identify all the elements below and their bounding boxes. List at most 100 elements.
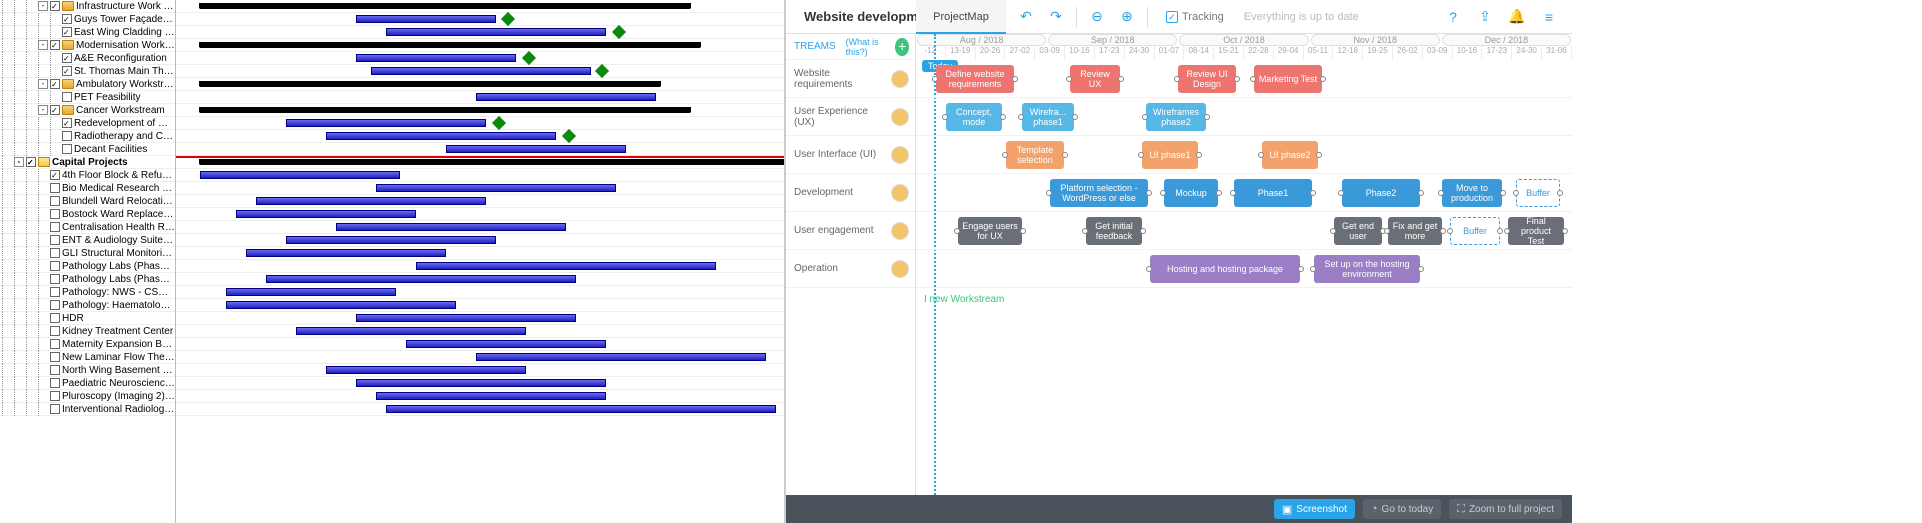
- task-card[interactable]: Engage users for UX: [958, 217, 1022, 245]
- tree-checkbox[interactable]: [62, 14, 72, 24]
- tree-row[interactable]: Pathology Labs (Phase 1A): [0, 260, 175, 273]
- tree-row[interactable]: -Capital Projects: [0, 156, 175, 169]
- avatar[interactable]: [891, 70, 909, 88]
- tree-row[interactable]: -Ambulatory Workstream: [0, 78, 175, 91]
- task-tree[interactable]: -Infrastructure Work TeamGuys Tower Faça…: [0, 0, 176, 523]
- avatar[interactable]: [891, 184, 909, 202]
- tree-checkbox[interactable]: [50, 300, 60, 310]
- tree-checkbox[interactable]: [62, 118, 72, 128]
- tree-row[interactable]: Paediatric Neurosciences Feasibil: [0, 377, 175, 390]
- bell-icon[interactable]: 🔔: [1508, 8, 1526, 26]
- task-bar[interactable]: [371, 67, 591, 75]
- share-icon[interactable]: ⇪: [1476, 8, 1494, 26]
- connector-dot[interactable]: [932, 76, 938, 82]
- task-card[interactable]: Wirefra... phase1: [1022, 103, 1074, 131]
- tree-row[interactable]: Redevelopment of Guys Site: [0, 117, 175, 130]
- tree-row[interactable]: ENT & Audiology Suite Phase II: [0, 234, 175, 247]
- connector-dot[interactable]: [1146, 190, 1152, 196]
- tree-checkbox[interactable]: [50, 287, 60, 297]
- tree-row[interactable]: Bio Medical Research Center & CR: [0, 182, 175, 195]
- connector-dot[interactable]: [1216, 190, 1222, 196]
- task-card[interactable]: Get initial feedback: [1086, 217, 1142, 245]
- task-card[interactable]: Wireframes phase2: [1146, 103, 1206, 131]
- task-card[interactable]: Review UX: [1070, 65, 1120, 93]
- tree-row[interactable]: Radiotherapy and Chemothe: [0, 130, 175, 143]
- tree-row[interactable]: North Wing Basement Entance - F: [0, 364, 175, 377]
- tree-checkbox[interactable]: [62, 27, 72, 37]
- connector-dot[interactable]: [1140, 228, 1146, 234]
- task-bar[interactable]: [326, 132, 556, 140]
- tree-checkbox[interactable]: [62, 66, 72, 76]
- tree-checkbox[interactable]: [62, 92, 72, 102]
- connector-dot[interactable]: [942, 114, 948, 120]
- connector-dot[interactable]: [1418, 190, 1424, 196]
- task-card[interactable]: Final product Test: [1508, 217, 1564, 245]
- tree-checkbox[interactable]: [50, 378, 60, 388]
- connector-dot[interactable]: [1310, 190, 1316, 196]
- task-bar[interactable]: [356, 15, 496, 23]
- tree-checkbox[interactable]: [50, 40, 60, 50]
- connector-dot[interactable]: [1384, 228, 1390, 234]
- tree-row[interactable]: HDR: [0, 312, 175, 325]
- task-card[interactable]: Set up on the hosting environment: [1314, 255, 1420, 283]
- task-card[interactable]: UI phase2: [1262, 141, 1318, 169]
- new-workstream-link[interactable]: I new Workstream: [924, 294, 1004, 305]
- tree-row[interactable]: -Cancer Workstream: [0, 104, 175, 117]
- connector-dot[interactable]: [1018, 114, 1024, 120]
- milestone-diamond[interactable]: [522, 51, 536, 65]
- goto-today-button[interactable]: ◔Go to today: [1363, 499, 1441, 519]
- task-card[interactable]: Review UI Design: [1178, 65, 1236, 93]
- workstream-row[interactable]: Development: [786, 174, 915, 212]
- redo-icon[interactable]: ↷: [1046, 7, 1066, 27]
- tree-row[interactable]: 4th Floor Block & Refurbishment: [0, 169, 175, 182]
- task-bar[interactable]: [376, 184, 616, 192]
- task-card[interactable]: Hosting and hosting package: [1150, 255, 1300, 283]
- tree-row[interactable]: -Infrastructure Work Team: [0, 0, 175, 13]
- tree-checkbox[interactable]: [50, 222, 60, 232]
- summary-bar[interactable]: [200, 42, 700, 48]
- task-bar[interactable]: [200, 171, 400, 179]
- task-card[interactable]: Buffer: [1516, 179, 1560, 207]
- task-bar[interactable]: [356, 54, 516, 62]
- tree-row[interactable]: Centralisation Health Record Stor: [0, 221, 175, 234]
- tree-toggle[interactable]: -: [38, 1, 48, 11]
- task-card[interactable]: Phase1: [1234, 179, 1312, 207]
- milestone-diamond[interactable]: [595, 64, 609, 78]
- zoom-out-icon[interactable]: ⊖: [1087, 7, 1107, 27]
- summary-bar[interactable]: [200, 3, 690, 9]
- tree-checkbox[interactable]: [50, 105, 60, 115]
- tree-row[interactable]: Decant Facilities: [0, 143, 175, 156]
- tree-row[interactable]: Pathology: Haematology Day Ca: [0, 299, 175, 312]
- tree-checkbox[interactable]: [50, 170, 60, 180]
- task-bar[interactable]: [246, 249, 446, 257]
- tree-checkbox[interactable]: [50, 248, 60, 258]
- summary-bar[interactable]: [200, 159, 786, 165]
- screenshot-button[interactable]: ▣Screenshot: [1274, 499, 1355, 519]
- connector-dot[interactable]: [1142, 114, 1148, 120]
- workstream-row[interactable]: User Experience (UX): [786, 98, 915, 136]
- task-card[interactable]: Define website requirements: [936, 65, 1014, 93]
- tree-toggle[interactable]: -: [14, 157, 24, 167]
- tree-row[interactable]: Kidney Treatment Center: [0, 325, 175, 338]
- tree-checkbox[interactable]: [50, 339, 60, 349]
- gantt-chart[interactable]: [176, 0, 784, 523]
- help-icon[interactable]: ?: [1444, 8, 1462, 26]
- connector-dot[interactable]: [1504, 228, 1510, 234]
- connector-dot[interactable]: [1020, 228, 1026, 234]
- tree-checkbox[interactable]: [62, 131, 72, 141]
- connector-dot[interactable]: [1310, 266, 1316, 272]
- avatar[interactable]: [891, 260, 909, 278]
- task-card[interactable]: Buffer: [1450, 217, 1500, 245]
- tree-checkbox[interactable]: [50, 313, 60, 323]
- tree-checkbox[interactable]: [50, 352, 60, 362]
- tree-checkbox[interactable]: [50, 209, 60, 219]
- task-card[interactable]: Template selection: [1006, 141, 1064, 169]
- zoom-full-button[interactable]: ⛶Zoom to full project: [1449, 499, 1562, 519]
- task-card[interactable]: Marketing Test: [1254, 65, 1322, 93]
- tree-checkbox[interactable]: [26, 157, 36, 167]
- avatar[interactable]: [891, 146, 909, 164]
- task-bar[interactable]: [476, 93, 656, 101]
- task-card[interactable]: Fix and get more: [1388, 217, 1442, 245]
- task-bar[interactable]: [256, 197, 486, 205]
- connector-dot[interactable]: [1196, 152, 1202, 158]
